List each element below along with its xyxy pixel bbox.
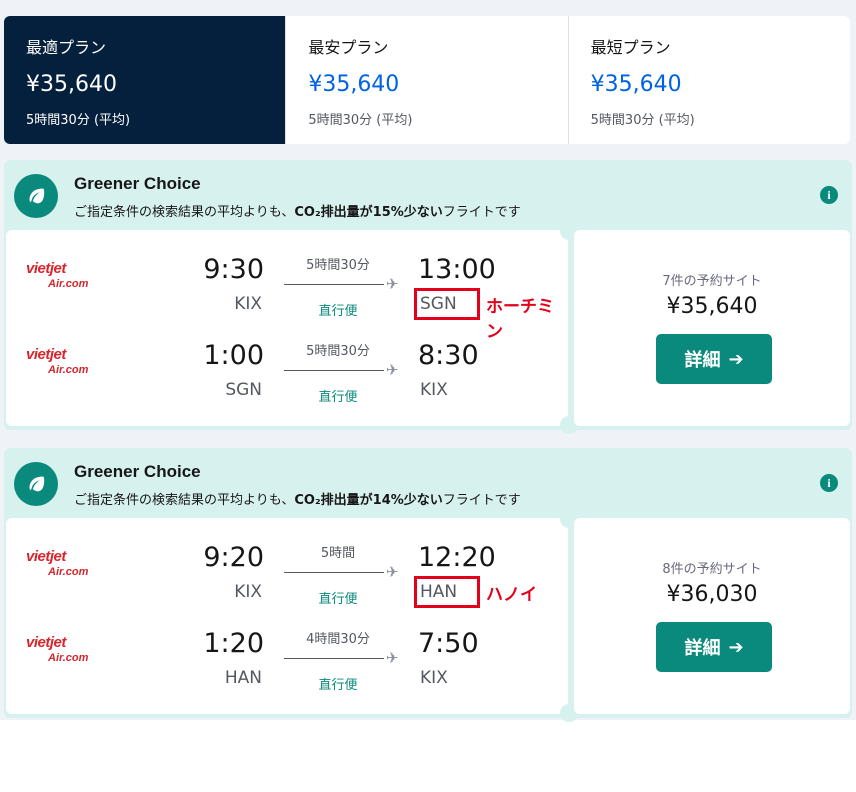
price: ¥36,030 [666,582,758,607]
flight-duration: 5時間30分 [306,344,370,359]
tab-cheapest[interactable]: 最安プラン ¥35,640 5時間30分 (平均) [285,16,567,144]
departure-airport: HAN [224,668,262,688]
route-line [284,370,384,371]
route-line [284,572,384,573]
info-icon[interactable]: i [820,474,838,492]
tab-price: ¥35,640 [590,72,682,97]
arrival-airport: KIX [420,668,448,688]
itinerary: vietjet Air.com 9:30 KIX 5時間30分 ✈ 直行便 13… [6,230,568,426]
airline-logo: vietjet Air.com [26,260,89,290]
details-label: 詳細 [684,638,721,659]
tab-title: 最適プラン [26,38,107,57]
departure-airport: KIX [234,294,262,314]
flight-leg: vietjet Air.com 9:30 KIX 5時間30分 ✈ 直行便 13… [6,244,568,342]
route-line [284,284,384,285]
tab-fastest[interactable]: 最短プラン ¥35,640 5時間30分 (平均) [567,16,850,144]
booking-sites-count: 7件の予約サイト [662,274,762,289]
details-label: 詳細 [684,350,721,371]
stops-label: 直行便 [318,678,358,693]
arrival-time: 8:30 [418,340,479,371]
departure-time: 1:20 [203,628,264,659]
plane-icon: ✈ [386,275,399,293]
price-panel: 8件の予約サイト ¥36,030 詳細 ➔ [574,518,850,714]
greener-choice-banner: Greener Choice ご指定条件の検索結果の平均よりも、CO₂排出量が1… [4,160,852,230]
info-icon[interactable]: i [820,186,838,204]
highlight-box [414,288,480,320]
flight-leg: vietjet Air.com 1:00 SGN 5時間30分 ✈ 直行便 8:… [6,330,568,414]
plane-icon: ✈ [386,563,399,581]
sort-tabs: 最適プラン ¥35,640 5時間30分 (平均) 最安プラン ¥35,640 … [4,16,850,144]
result-card[interactable]: Greener Choice ご指定条件の検索結果の平均よりも、CO₂排出量が1… [4,160,852,434]
airline-logo: vietjet Air.com [26,346,89,376]
tab-duration: 5時間30分 (平均) [26,113,131,128]
departure-airport: SGN [225,380,262,400]
airline-logo: vietjet Air.com [26,548,89,578]
arrow-right-icon: ➔ [728,348,744,370]
greener-title: Greener Choice [74,462,201,481]
details-button[interactable]: 詳細 ➔ [656,622,772,672]
airline-logo: vietjet Air.com [26,634,89,664]
arrival-time: 7:50 [418,628,479,659]
price-panel: 7件の予約サイト ¥35,640 詳細 ➔ [574,230,850,426]
flight-leg: vietjet Air.com 9:20 KIX 5時間 ✈ 直行便 12:20… [6,532,568,616]
departure-time: 9:20 [203,542,264,573]
tab-best[interactable]: 最適プラン ¥35,640 5時間30分 (平均) [4,16,286,144]
tab-duration: 5時間30分 (平均) [308,113,413,128]
stops-label: 直行便 [318,390,358,405]
itinerary: vietjet Air.com 9:20 KIX 5時間 ✈ 直行便 12:20… [6,518,568,714]
stops-label: 直行便 [318,592,358,607]
greener-description: ご指定条件の検索結果の平均よりも、CO₂排出量が15%少ないフライトです [74,205,521,220]
plane-icon: ✈ [386,361,399,379]
highlight-box [414,576,480,608]
greener-choice-banner: Greener Choice ご指定条件の検索結果の平均よりも、CO₂排出量が1… [4,448,852,518]
departure-time: 1:00 [203,340,264,371]
booking-sites-count: 8件の予約サイト [662,562,762,577]
tab-price: ¥35,640 [308,72,400,97]
tab-duration: 5時間30分 (平均) [590,113,695,128]
route-line [284,658,384,659]
tab-title: 最短プラン [590,38,671,57]
tab-title: 最安プラン [308,38,389,57]
leaf-icon [14,174,58,218]
annotation-label: ハノイ [486,585,537,605]
greener-title: Greener Choice [74,174,201,193]
tab-price: ¥35,640 [26,72,117,97]
arrow-right-icon: ➔ [728,636,744,658]
flight-duration: 4時間30分 [306,632,370,647]
flight-leg: vietjet Air.com 1:20 HAN 4時間30分 ✈ 直行便 7:… [6,618,568,702]
departure-time: 9:30 [203,254,264,285]
flight-duration: 5時間 [320,546,356,561]
arrival-airport: KIX [420,380,448,400]
flight-duration: 5時間30分 [306,258,370,273]
leaf-icon [14,462,58,506]
arrival-time: 13:00 [418,254,496,285]
departure-airport: KIX [234,582,262,602]
result-card[interactable]: Greener Choice ご指定条件の検索結果の平均よりも、CO₂排出量が1… [4,448,852,722]
greener-description: ご指定条件の検索結果の平均よりも、CO₂排出量が14%少ないフライトです [74,493,521,508]
stops-label: 直行便 [318,304,358,319]
plane-icon: ✈ [386,649,399,667]
details-button[interactable]: 詳細 ➔ [656,334,772,384]
price: ¥35,640 [666,294,758,319]
arrival-time: 12:20 [418,542,496,573]
